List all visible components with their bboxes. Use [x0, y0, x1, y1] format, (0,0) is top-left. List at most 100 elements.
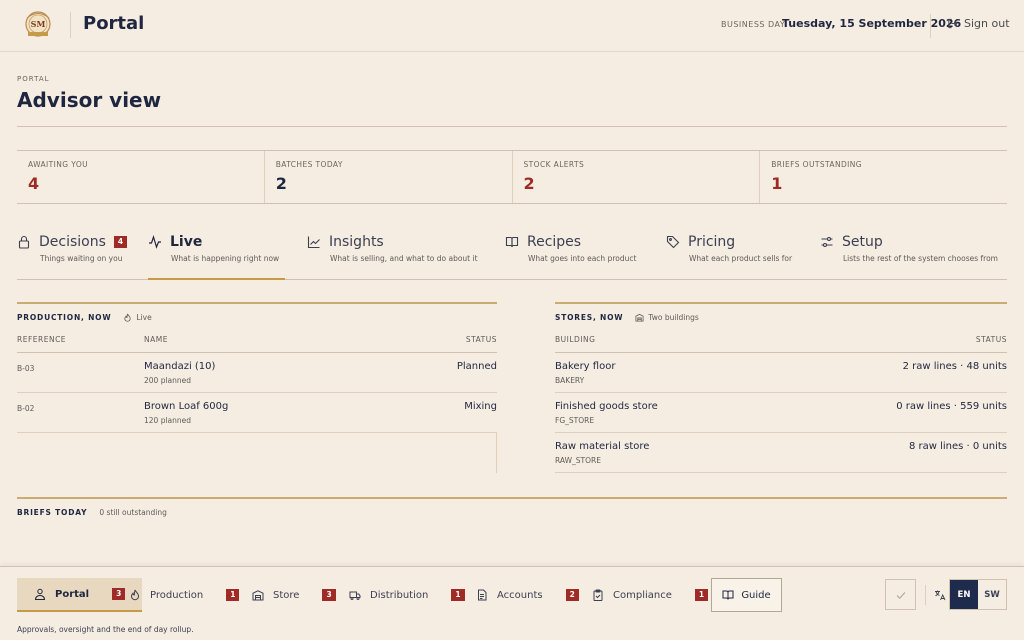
stat-value: 4 — [28, 174, 40, 193]
header-divider — [930, 14, 931, 38]
column-header-building: BUILDING — [555, 335, 596, 344]
language-option-sw[interactable]: SW — [978, 580, 1006, 609]
building-code: FG_STORE — [555, 416, 595, 425]
section-tabs: Decisions 4 Things waiting on you Live W… — [17, 234, 1007, 280]
batch-reference: B-03 — [17, 364, 35, 373]
module-label: Production — [150, 589, 204, 601]
tab-label: Insights — [329, 234, 384, 250]
flame-icon — [130, 589, 140, 601]
tab-label: Setup — [842, 234, 883, 250]
bakery-logo-icon: SM — [25, 11, 51, 37]
panel-title: STORES, NOW — [555, 313, 624, 322]
batch-status: Mixing — [464, 401, 497, 412]
sign-out-icon — [948, 18, 958, 29]
building-status: 2 raw lines · 48 units — [902, 361, 1007, 372]
stat-value: 2 — [523, 174, 535, 193]
business-day-label: BUSINESS DAY — [721, 20, 786, 29]
sign-out-label: Sign out — [964, 17, 1010, 30]
tab-subtitle: Things waiting on you — [40, 254, 123, 263]
flame-icon — [124, 313, 132, 322]
product-name: Brown Loaf 600g — [144, 401, 229, 412]
line-chart-icon — [307, 236, 320, 249]
building-status: 0 raw lines · 559 units — [896, 401, 1007, 412]
lock-icon — [18, 235, 30, 249]
stat-awaiting-you: AWAITING YOU 4 — [17, 151, 265, 203]
stat-label: BRIEFS OUTSTANDING — [771, 160, 862, 169]
building-status: 8 raw lines · 0 units — [908, 441, 1007, 452]
table-row[interactable]: Finished goods store FG_STORE 0 raw line… — [555, 393, 1007, 433]
building-name: Raw material store — [555, 441, 650, 452]
tab-label: Live — [170, 234, 203, 250]
batch-status: Planned — [456, 361, 497, 372]
building-name: Bakery floor — [555, 361, 616, 372]
tab-live[interactable]: Live What is happening right now — [148, 234, 285, 280]
module-label: Distribution — [370, 589, 429, 601]
book-icon — [505, 236, 519, 248]
stat-label: BATCHES TODAY — [275, 160, 343, 169]
column-header-status: STATUS — [465, 335, 497, 344]
panel-title: BRIEFS TODAY — [17, 508, 88, 517]
table-row[interactable]: Bakery floor BAKERY 2 raw lines · 48 uni… — [555, 353, 1007, 393]
tab-label: Recipes — [527, 234, 582, 250]
business-day-value: Tuesday, 15 September 2026 — [782, 17, 962, 30]
stats-strip: AWAITING YOU 4 BATCHES TODAY 2 STOCK ALE… — [17, 150, 1007, 204]
building-code: BAKERY — [555, 376, 585, 385]
language-option-en[interactable]: EN — [950, 580, 978, 609]
language-toggle: EN SW — [949, 579, 1007, 610]
guide-label: Guide — [741, 589, 771, 601]
building-code: RAW_STORE — [555, 456, 601, 465]
panel-meta-text: Two buildings — [648, 313, 699, 322]
tag-icon — [666, 235, 680, 249]
building-name: Finished goods store — [555, 401, 658, 412]
module-label: Compliance — [613, 589, 672, 601]
tab-subtitle: What is happening right now — [171, 254, 280, 263]
translate-icon — [935, 590, 946, 601]
table-row[interactable]: Raw material store RAW_STORE 8 raw lines… — [555, 433, 1007, 473]
table-row[interactable]: B-03 Maandazi (10) 200 planned Planned — [17, 353, 497, 393]
stat-label: STOCK ALERTS — [523, 160, 585, 169]
tab-decisions[interactable]: Decisions 4 Things waiting on you — [17, 234, 129, 280]
panel-meta-text: 0 still outstanding — [99, 508, 167, 517]
buildings-indicator: Two buildings — [635, 313, 699, 322]
module-label: Portal — [55, 588, 90, 600]
module-compliance[interactable]: Compliance 1 — [575, 578, 725, 612]
table-header: REFERENCE NAME STATUS — [17, 331, 497, 353]
tab-subtitle: What goes into each product — [528, 254, 637, 263]
tab-pricing[interactable]: Pricing What each product sells for — [666, 234, 806, 280]
file-text-icon — [478, 589, 487, 601]
panel-title: PRODUCTION, NOW — [17, 313, 112, 322]
top-bar: SM Portal BUSINESS DAY Tuesday, 15 Septe… — [0, 0, 1024, 52]
tab-recipes[interactable]: Recipes What goes into each product — [505, 234, 645, 280]
stat-briefs-outstanding: BRIEFS OUTSTANDING 1 — [760, 151, 1007, 203]
confirm-button[interactable] — [885, 579, 916, 610]
module-badge: 1 — [694, 589, 709, 601]
stat-value: 2 — [275, 174, 287, 193]
column-header-name: NAME — [144, 335, 168, 344]
user-icon — [34, 588, 46, 600]
stat-batches-today: BATCHES TODAY 2 — [265, 151, 513, 203]
sign-out-button[interactable]: Sign out — [947, 17, 1010, 30]
planned-quantity: 200 planned — [144, 376, 192, 385]
tab-label: Pricing — [688, 234, 736, 250]
column-header-reference: REFERENCE — [17, 335, 67, 344]
guide-button[interactable]: Guide — [711, 578, 782, 612]
tab-subtitle: What is selling, and what to do about it — [330, 254, 478, 263]
truck-icon — [349, 591, 361, 600]
heading-divider — [17, 126, 1007, 127]
sliders-icon — [821, 236, 833, 248]
empty-row-space — [17, 433, 497, 473]
logo-divider — [70, 12, 71, 38]
check-icon — [896, 591, 905, 599]
page-eyebrow: PORTAL — [17, 75, 50, 83]
page-title: Advisor view — [17, 88, 162, 112]
tab-insights[interactable]: Insights What is selling, and what to do… — [307, 234, 487, 280]
module-label: Accounts — [497, 589, 543, 601]
language-divider — [925, 585, 926, 605]
briefs-panel: BRIEFS TODAY 0 still outstanding — [17, 497, 1007, 517]
tab-setup[interactable]: Setup Lists the rest of the system choos… — [820, 234, 1007, 280]
svg-text:SM: SM — [31, 19, 46, 29]
tab-badge: 4 — [113, 236, 128, 248]
panel-meta-text: Live — [136, 313, 152, 322]
column-header-status: STATUS — [975, 335, 1007, 344]
table-row[interactable]: B-02 Brown Loaf 600g 120 planned Mixing — [17, 393, 497, 433]
